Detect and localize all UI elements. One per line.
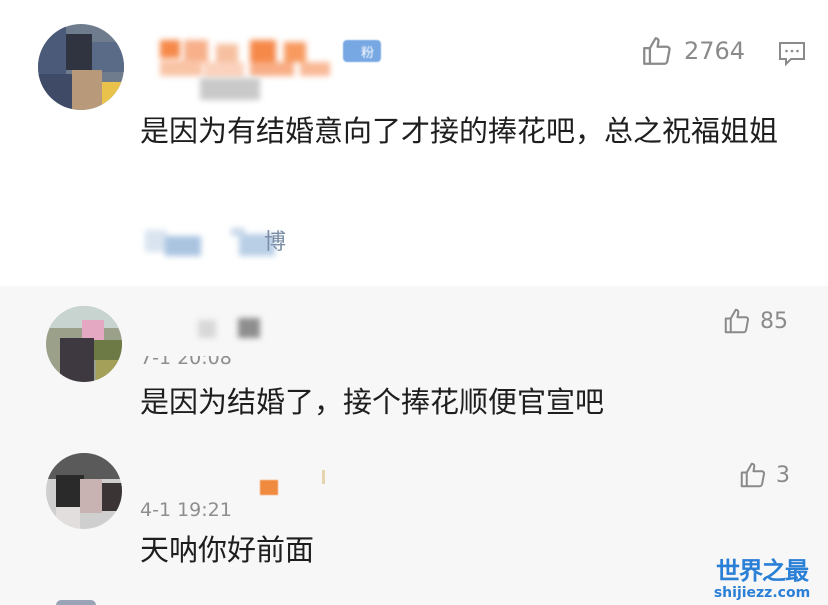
reply-time: 7-1 20:08 [140, 356, 232, 369]
site-watermark: 世界之最 shijiezz.com [702, 557, 822, 601]
main-comment-avatar[interactable] [38, 24, 124, 110]
fan-badge: 粉 [343, 40, 381, 62]
reply-username-mark [322, 470, 325, 484]
reply-like-count: 3 [776, 462, 790, 488]
main-username-shadow [200, 78, 260, 100]
main-like-button[interactable]: 2764 [640, 34, 745, 68]
reply-time: 4-1 19:21 [140, 499, 232, 521]
reply-avatar[interactable] [46, 453, 122, 529]
main-comment-text: 是因为有结婚意向了才接的捧花吧，总之祝福姐姐 [140, 114, 779, 148]
main-comment: 粉 2764 是因为有结婚意向了才接的捧花吧，总之祝福姐姐 博 [0, 0, 828, 286]
reply-time-clip: 7-1 20:08 [140, 356, 250, 370]
reply-like-button[interactable]: 85 [722, 306, 788, 336]
reply-username-blurred[interactable] [198, 318, 264, 340]
main-source-blurred [145, 226, 275, 262]
main-source-suffix: 博 [264, 230, 287, 255]
reply-avatar-partial [56, 600, 96, 605]
watermark-title: 世界之最 [716, 557, 809, 585]
reply-username-blurred[interactable] [260, 480, 278, 495]
thumbs-up-icon [740, 462, 766, 488]
reply-like-button[interactable]: 3 [738, 460, 790, 490]
main-like-count: 2764 [684, 37, 746, 65]
reply-like-count: 85 [760, 308, 788, 334]
comment-menu-icon[interactable] [777, 40, 807, 72]
reply-text: 是因为结婚了，接个捧花顺便官宣吧 [140, 385, 605, 419]
thumbs-up-icon [643, 37, 671, 65]
reply-text: 天呐你好前面 [140, 533, 315, 567]
reply-avatar[interactable] [46, 306, 122, 382]
fan-badge-label: 粉 [361, 46, 375, 61]
watermark-url: shijiezz.com [713, 585, 811, 601]
thumbs-up-icon [724, 308, 750, 334]
main-username-blurred[interactable] [160, 40, 335, 80]
